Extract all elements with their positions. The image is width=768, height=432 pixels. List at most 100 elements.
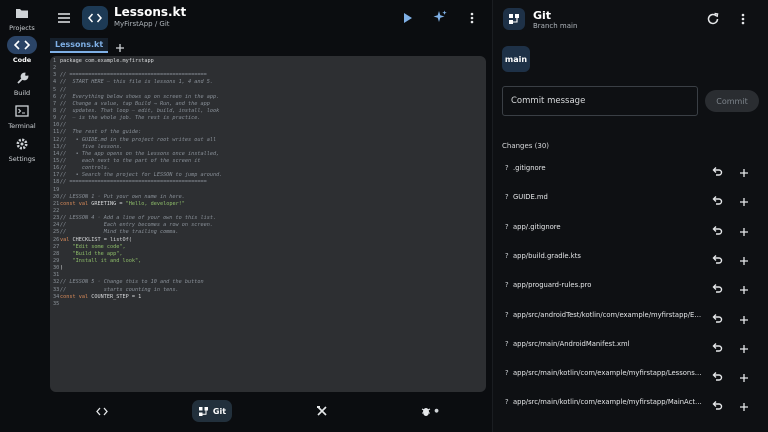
- refresh-icon[interactable]: [705, 11, 721, 27]
- stage-change-icon[interactable]: [739, 368, 749, 383]
- current-branch-label: Branch main: [533, 22, 578, 30]
- bottom-nav-git-label: Git: [212, 406, 227, 416]
- change-row[interactable]: ? app/src/main/kotlin/com/example/myfirst…: [493, 362, 768, 384]
- change-status: ?: [505, 193, 509, 202]
- editor-topbar: Lessons.kt MyFirstApp / Git: [44, 0, 492, 36]
- commit-button[interactable]: Commit: [705, 90, 759, 112]
- code-text: ): [60, 265, 64, 272]
- code-line: 30): [53, 265, 486, 272]
- rail-item-settings[interactable]: Settings: [0, 135, 44, 163]
- change-row[interactable]: ? app/src/main/kotlin/com/example/myfirst…: [493, 391, 768, 413]
- stage-change-icon[interactable]: [739, 222, 749, 236]
- stage-change-icon[interactable]: [739, 251, 749, 265]
- discard-change-icon[interactable]: [711, 309, 723, 323]
- line-number: 14: [53, 150, 60, 157]
- change-row[interactable]: ? GUIDE.md: [493, 186, 768, 208]
- change-status: ?: [505, 281, 509, 290]
- tab-lessons-kt[interactable]: Lessons.kt: [50, 37, 109, 53]
- line-number: 22: [53, 207, 60, 214]
- change-path: app/src/main/kotlin/com/example/myfirsta…: [513, 369, 703, 378]
- code-text: // starts counting in tens.: [60, 286, 179, 293]
- rail-item-projects[interactable]: Projects: [0, 4, 44, 32]
- discard-change-icon[interactable]: [711, 162, 723, 176]
- code-line: 31: [53, 272, 486, 279]
- bottom-nav-code[interactable]: [84, 400, 120, 422]
- stage-change-icon[interactable]: [739, 280, 749, 295]
- line-number: 28: [53, 250, 60, 257]
- line-number: 9: [53, 115, 57, 122]
- discard-change-icon[interactable]: [711, 221, 723, 235]
- discard-change-icon[interactable]: [711, 367, 723, 381]
- change-status: ?: [505, 398, 509, 407]
- line-number: 27: [53, 243, 60, 250]
- tools-icon: [317, 406, 327, 416]
- code-line: 11// The rest of the guide:: [53, 129, 486, 136]
- add-tab-icon[interactable]: [114, 39, 126, 52]
- change-row[interactable]: ? app/src/androidTest/kotlin/com/example/…: [493, 304, 768, 326]
- stage-change-icon[interactable]: [739, 163, 749, 177]
- run-play-icon[interactable]: [400, 10, 414, 26]
- change-path: app/.gitignore: [513, 222, 561, 231]
- wrench-icon: [7, 69, 37, 87]
- code-line: 10//: [53, 122, 486, 129]
- line-number: 4: [53, 79, 57, 86]
- discard-change-icon[interactable]: [711, 279, 723, 293]
- stage-change-icon[interactable]: [739, 397, 749, 412]
- change-row[interactable]: ? app/src/main/AndroidManifest.xml: [493, 333, 768, 355]
- code-text: // =====================================…: [60, 179, 207, 186]
- bottom-nav-tools[interactable]: [304, 400, 340, 422]
- code-text: // The rest of the guide:: [60, 129, 142, 136]
- git-panel: Git Branch main main Commit Changes (30)…: [493, 0, 768, 432]
- code-text: const val COUNTER_STEP = 1: [60, 293, 142, 300]
- code-line: 20// LESSON 1 · Put your own name in her…: [53, 194, 486, 201]
- code-line: 17// • Search the project for LESSON to …: [53, 172, 486, 179]
- code-line: 8// updates. That loop — edit, build, in…: [53, 108, 486, 115]
- code-line: 4// START HERE — this file is lessons 1,…: [53, 79, 486, 86]
- file-type-badge: [82, 6, 108, 30]
- change-row[interactable]: ? .gitignore: [493, 157, 768, 179]
- change-row[interactable]: ? app/proguard-rules.pro: [493, 274, 768, 296]
- ai-sparkle-icon[interactable]: [432, 9, 448, 25]
- stage-change-icon[interactable]: [739, 192, 749, 207]
- discard-change-icon[interactable]: [711, 250, 723, 264]
- discard-change-icon[interactable]: [711, 338, 723, 352]
- terminal-icon: [7, 102, 37, 120]
- change-status: ?: [505, 339, 509, 348]
- rail-item-terminal[interactable]: Terminal: [0, 102, 44, 130]
- rail-item-code[interactable]: Code: [0, 36, 44, 64]
- lock-icon: ●: [434, 408, 439, 414]
- code-line: 22: [53, 208, 486, 215]
- hamburger-menu-icon[interactable]: [56, 10, 72, 26]
- line-number: 12: [53, 136, 60, 143]
- code-line: 24// Each entry becomes a row on screen.: [53, 222, 486, 229]
- commit-message-input[interactable]: [502, 86, 698, 116]
- discard-change-icon[interactable]: [711, 191, 723, 205]
- code-text: "Build the app",: [60, 250, 123, 257]
- bottom-nav-git[interactable]: Git: [192, 400, 232, 422]
- branch-chip[interactable]: main: [502, 46, 530, 72]
- discard-change-icon[interactable]: [711, 396, 723, 411]
- code-editor[interactable]: 1 package com.example.myfirstapp 2 3// ====…: [50, 56, 486, 392]
- stage-change-icon[interactable]: [739, 339, 749, 353]
- app-window: Projects Code Build Terminal Settings Le…: [0, 0, 768, 432]
- rail-item-build[interactable]: Build: [0, 69, 44, 97]
- line-number: 32: [53, 279, 60, 286]
- change-path: app/build.gradle.kts: [513, 251, 581, 260]
- stage-change-icon[interactable]: [739, 310, 749, 324]
- change-path: app/proguard-rules.pro: [513, 281, 592, 290]
- git-panel-title: Git: [533, 9, 552, 22]
- change-row[interactable]: ? app/.gitignore: [493, 216, 768, 238]
- code-line: 32// LESSON 5 · Change this to 10 and th…: [53, 279, 486, 286]
- change-row[interactable]: ? app/build.gradle.kts: [493, 245, 768, 267]
- overflow-menu-icon[interactable]: [468, 10, 476, 26]
- gear-icon: [7, 135, 37, 153]
- bottom-nav-debug[interactable]: ●: [412, 400, 448, 422]
- change-status: ?: [505, 251, 509, 260]
- line-number: 17: [53, 172, 60, 179]
- rail-label-projects: Projects: [9, 24, 35, 32]
- code-line: 16// controls.: [53, 165, 486, 172]
- nav-rail: Projects Code Build Terminal Settings: [0, 0, 44, 432]
- code-line: 29 "Install it and look",: [53, 258, 486, 265]
- code-line: 19: [53, 187, 486, 194]
- git-overflow-menu-icon[interactable]: [739, 11, 747, 27]
